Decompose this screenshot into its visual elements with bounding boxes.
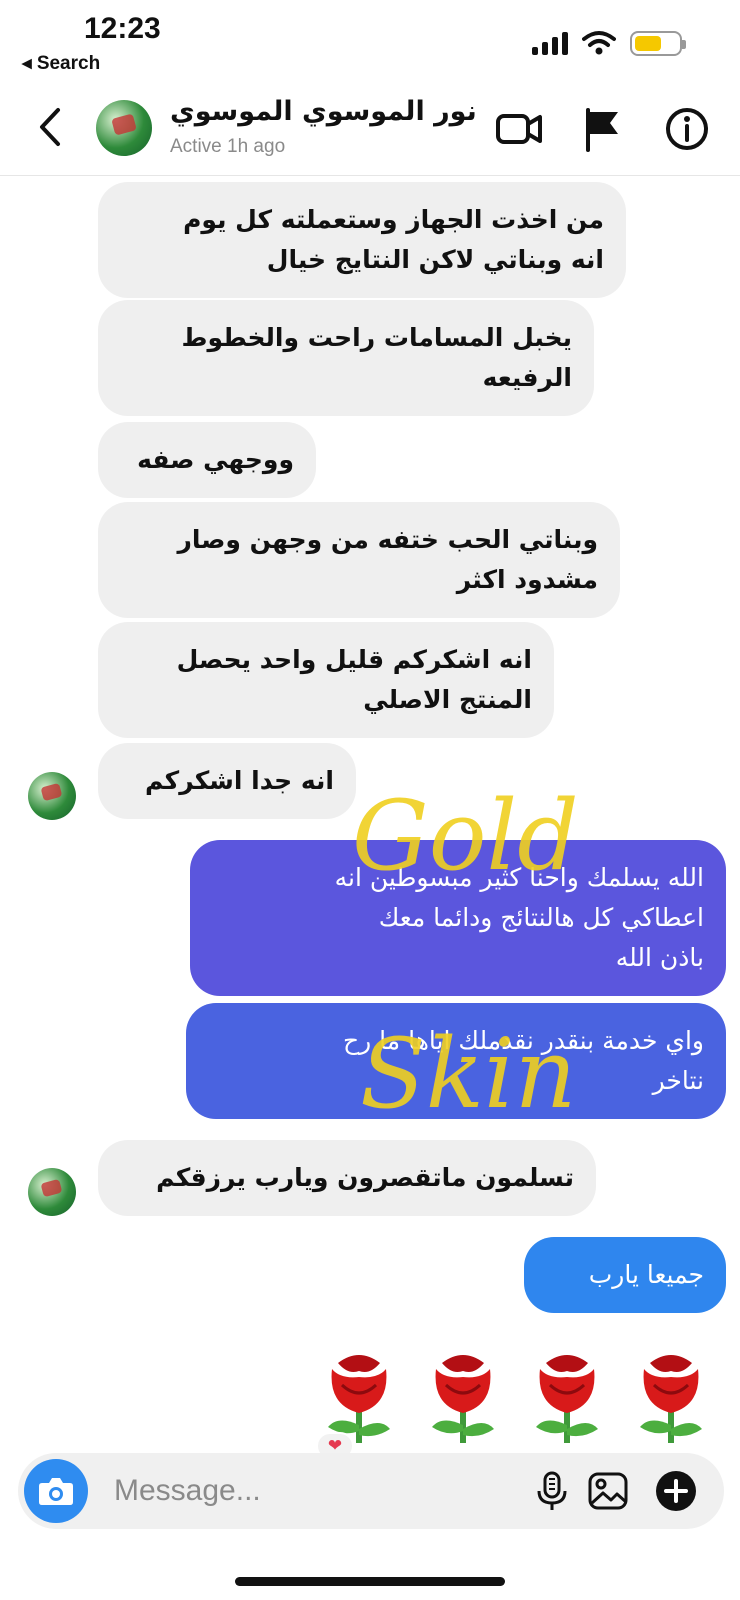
message-bubble-outgoing[interactable]: واي خدمة بنقدر نقدملك اياها ما رح نتاخر <box>186 1003 726 1119</box>
gallery-icon[interactable] <box>586 1469 630 1513</box>
rose-emoji <box>640 1355 702 1443</box>
message-bubble-incoming[interactable]: وبناتي الحب ختفه من وجهن وصار مشدود اكثر <box>98 502 620 618</box>
plus-icon[interactable] <box>654 1469 698 1513</box>
message-bubble-incoming[interactable]: يخبل المسامات راحت والخطوط الرفيعه <box>98 300 594 416</box>
status-bar: 12:23 ◂ Search <box>0 0 740 80</box>
back-to-search-link[interactable]: ◂ Search <box>22 52 100 75</box>
rose-emoji <box>536 1355 598 1443</box>
message-bubble-outgoing[interactable]: الله يسلمك واحنا كثير مبسوطين انه اعطاكي… <box>190 840 726 996</box>
message-bubble-incoming[interactable]: ووجهي صفه <box>98 422 316 498</box>
message-composer <box>18 1453 724 1529</box>
wifi-icon <box>582 31 616 55</box>
contact-name[interactable]: نور الموسوي الموسوي <box>170 96 477 127</box>
battery-icon <box>630 30 686 56</box>
message-bubble-incoming[interactable]: تسلمون ماتقصرون ويارب يرزقكم <box>98 1140 596 1216</box>
message-bubble-incoming[interactable]: من اخذت الجهاز وستعملته كل يوم انه وبنات… <box>98 182 626 298</box>
contact-avatar-small[interactable] <box>28 1168 76 1216</box>
home-indicator[interactable] <box>235 1577 505 1586</box>
camera-button[interactable] <box>24 1459 88 1523</box>
message-input[interactable] <box>114 1465 494 1517</box>
rose-emoji <box>328 1355 390 1443</box>
message-bubble-incoming[interactable]: انه جدا اشكركم <box>98 743 356 819</box>
microphone-icon[interactable] <box>530 1469 574 1513</box>
status-icons <box>532 30 686 56</box>
active-status: Active 1h ago <box>170 136 286 157</box>
chevron-left-icon[interactable] <box>30 102 70 152</box>
video-camera-icon[interactable] <box>494 104 544 154</box>
message-bubble-incoming[interactable]: انه اشكركم قليل واحد يحصل المنتج الاصلي <box>98 622 554 738</box>
message-bubble-outgoing[interactable]: جميعا يارب <box>524 1237 726 1313</box>
contact-avatar[interactable] <box>96 100 152 156</box>
contact-avatar-small[interactable] <box>28 772 76 820</box>
info-icon[interactable] <box>662 104 712 154</box>
rose-emoji <box>432 1355 494 1443</box>
camera-icon <box>39 1478 73 1505</box>
chat-header: نور الموسوي الموسوي Active 1h ago <box>0 80 740 176</box>
flag-icon[interactable] <box>578 104 628 154</box>
cell-signal-icon <box>532 31 568 55</box>
status-time: 12:23 <box>84 12 161 45</box>
